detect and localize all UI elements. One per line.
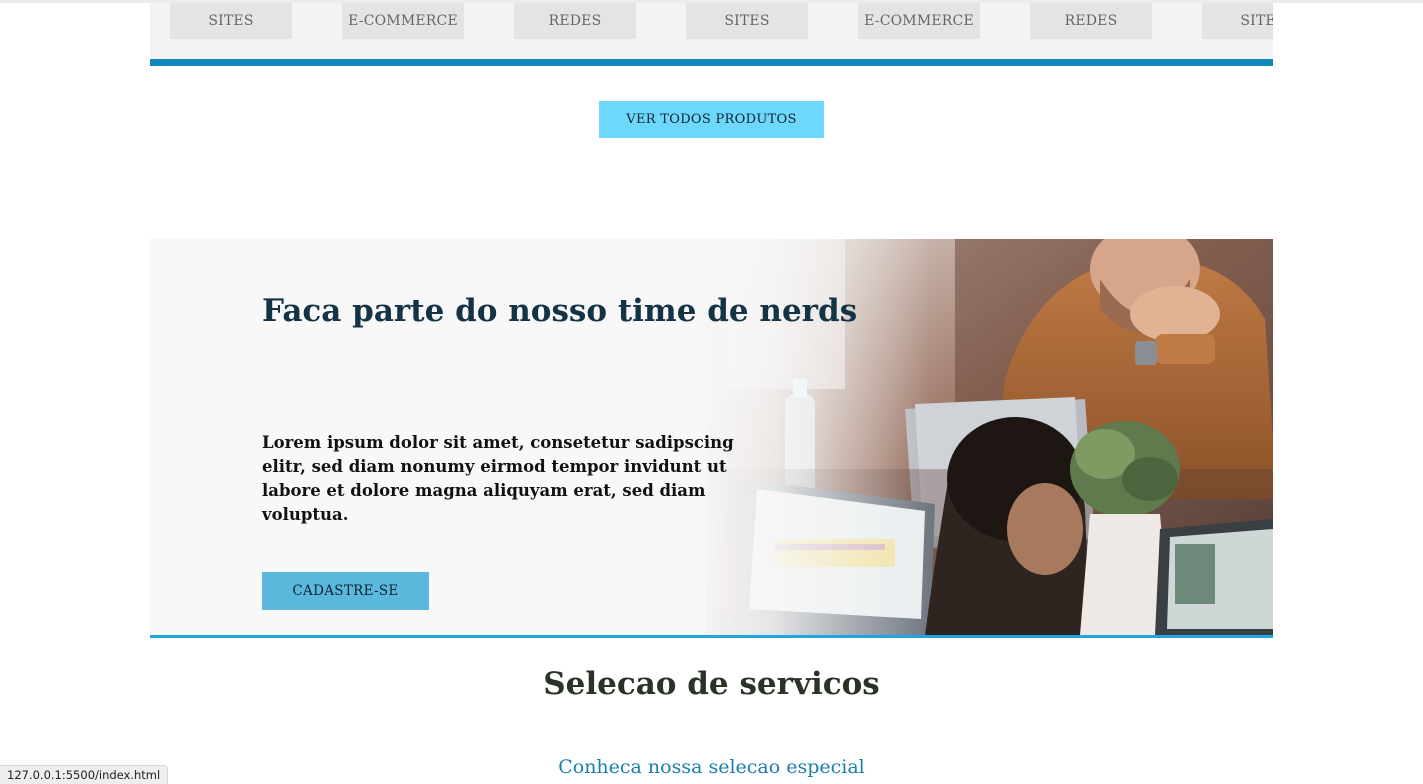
category-item-redes[interactable]: REDES xyxy=(1030,3,1152,39)
category-row: SITES E-COMMERCE REDES SITES E-COMMERCE … xyxy=(170,3,1273,39)
banner-accent-bar xyxy=(150,635,1273,638)
page: SITES E-COMMERCE REDES SITES E-COMMERCE … xyxy=(0,0,1423,784)
services-title: Selecao de servicos xyxy=(543,666,880,702)
category-item-ecommerce[interactable]: E-COMMERCE xyxy=(342,3,464,39)
services-subtitle: Conheca nossa selecao especial xyxy=(558,756,865,778)
category-accent-bar xyxy=(150,59,1273,66)
view-all-products-button[interactable]: VER TODOS PRODUTOS xyxy=(599,101,824,138)
status-bar-url: 127.0.0.1:5500/index.html xyxy=(0,765,169,784)
category-strip: SITES E-COMMERCE REDES SITES E-COMMERCE … xyxy=(150,3,1273,59)
category-item-sites[interactable]: SITES xyxy=(686,3,808,39)
join-team-banner: Faca parte do nosso time de nerds Lorem … xyxy=(150,239,1273,635)
category-item-redes[interactable]: REDES xyxy=(514,3,636,39)
banner-title: Faca parte do nosso time de nerds xyxy=(262,293,858,329)
signup-button[interactable]: CADASTRE-SE xyxy=(262,572,429,610)
category-item-sites[interactable]: SITES xyxy=(1202,3,1273,39)
category-item-sites[interactable]: SITES xyxy=(170,3,292,39)
category-item-ecommerce[interactable]: E-COMMERCE xyxy=(858,3,980,39)
banner-description: Lorem ipsum dolor sit amet, consetetur s… xyxy=(262,433,734,524)
